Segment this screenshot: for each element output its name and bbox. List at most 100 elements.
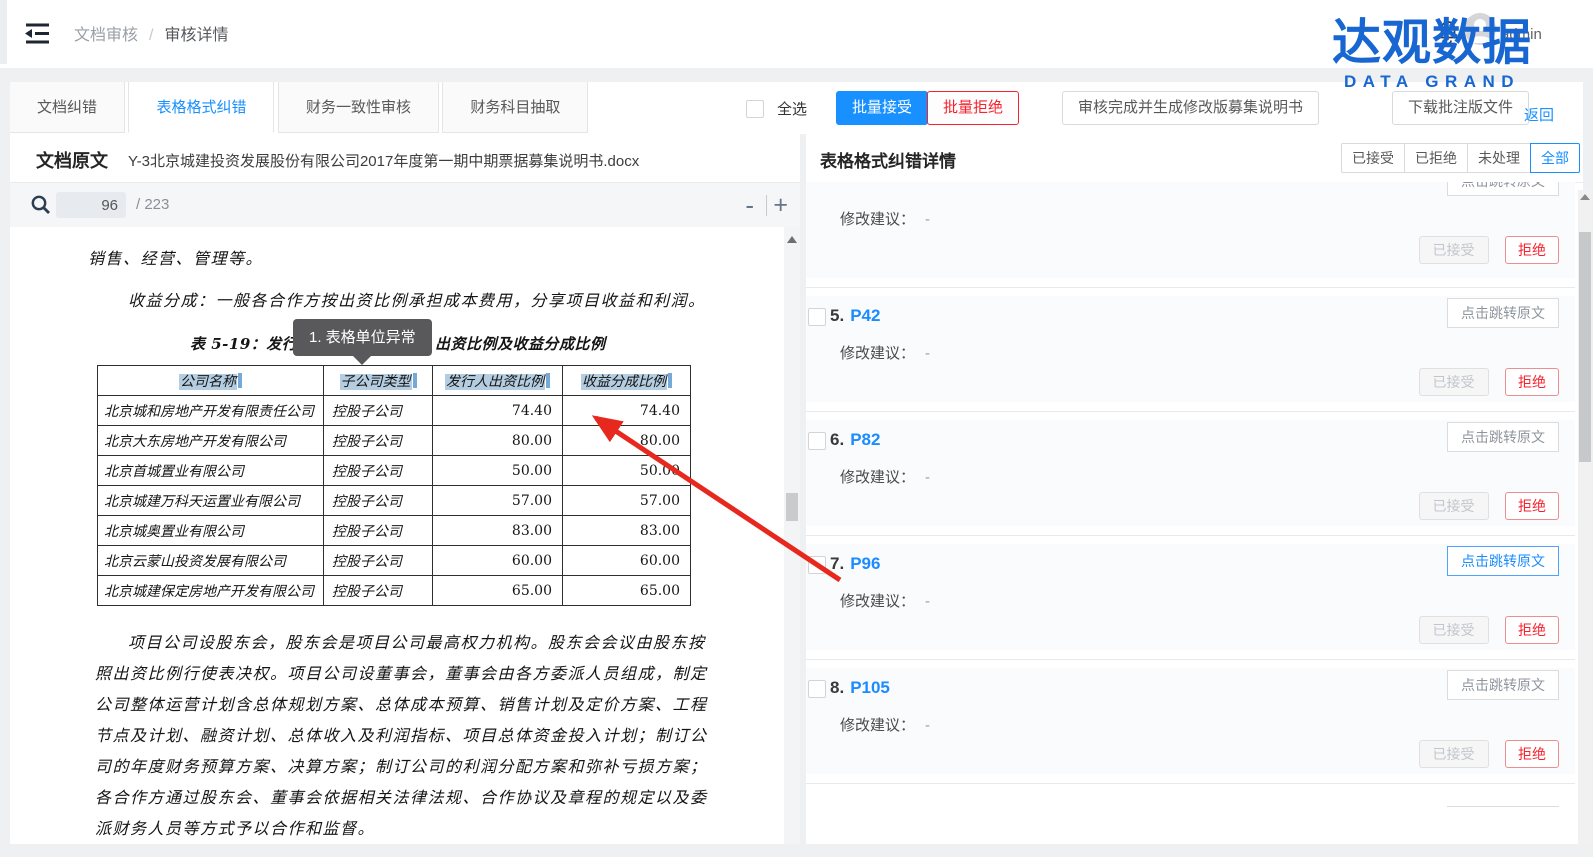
left-edge-strip (0, 0, 7, 64)
tab-doc-correction[interactable]: 文档纠错 (10, 82, 125, 133)
zoom-divider (766, 195, 767, 216)
accepted-button[interactable]: 已接受 (1419, 740, 1489, 768)
back-link[interactable]: 返回 (1524, 99, 1554, 133)
select-all-control[interactable]: 全选 (746, 98, 807, 119)
reject-button[interactable]: 拒绝 (1505, 236, 1559, 264)
issue-item-p82: 6.P82 点击跳转原文 修改建议：- 已接受 拒绝 (806, 420, 1575, 526)
item-title: 8.P105 (830, 678, 890, 698)
filter-unprocessed[interactable]: 未处理 (1467, 143, 1531, 173)
filter-accepted[interactable]: 已接受 (1341, 143, 1405, 173)
next-item-button-edge (1447, 806, 1559, 807)
text-cursor-bar (238, 373, 242, 388)
accepted-button[interactable]: 已接受 (1419, 236, 1489, 264)
doc-table-header: 子公司类型 (324, 366, 433, 396)
doc-paragraph-3-line: 各合作方通过股东会、董事会依据相关法律法规、合作协议及章程的规定以及委 (95, 784, 708, 808)
jump-to-source-button[interactable]: 点击跳转原文 (1447, 182, 1559, 196)
item-checkbox[interactable] (808, 556, 826, 574)
item-checkbox[interactable] (808, 308, 826, 326)
page-scrollbar[interactable] (1578, 190, 1592, 844)
content-card: 文档纠错 表格格式纠错 财务一致性审核 财务科目抽取 全选 批量接受 批量拒绝 … (10, 82, 1583, 844)
batch-accept-button[interactable]: 批量接受 (836, 91, 928, 125)
jump-to-source-button[interactable]: 点击跳转原文 (1447, 298, 1559, 328)
breadcrumb-review-detail: 审核详情 (164, 27, 228, 44)
jump-to-source-button[interactable]: 点击跳转原文 (1447, 670, 1559, 700)
page-total-label: / 223 (136, 196, 169, 213)
doc-table-row: 北京城和房地产开发有限责任公司 控股子公司 74.40 74.40 (98, 396, 691, 426)
magnifier-icon[interactable] (30, 194, 51, 215)
jump-to-source-button[interactable]: 点击跳转原文 (1447, 422, 1559, 452)
item-page-link[interactable]: P105 (850, 678, 890, 697)
suggestion-row: 修改建议：- (840, 208, 930, 229)
review-panel: 表格格式纠错详情 已接受 已拒绝 未处理 全部 点击跳转原文 修改建议：- 已接… (806, 134, 1583, 844)
scroll-up-arrow-icon[interactable] (1580, 194, 1590, 200)
text-cursor-bar (413, 373, 417, 388)
doc-table-row: 北京首城置业有限公司 控股子公司 50.00 50.00 (98, 456, 691, 486)
tab-finance-subject-extract[interactable]: 财务科目抽取 (442, 82, 588, 133)
filter-all[interactable]: 全部 (1530, 143, 1580, 173)
item-title: 7.P96 (830, 554, 880, 574)
reject-button[interactable]: 拒绝 (1505, 492, 1559, 520)
item-actions: 已接受 拒绝 (1419, 492, 1559, 520)
item-page-link[interactable]: P96 (850, 554, 880, 573)
text-cursor-bar (546, 373, 550, 388)
filter-rejected[interactable]: 已拒绝 (1404, 143, 1468, 173)
jump-to-source-button-active[interactable]: 点击跳转原文 (1447, 546, 1559, 576)
suggestion-row: 修改建议：- (840, 590, 930, 611)
item-checkbox[interactable] (808, 432, 826, 450)
doc-table-row: 北京云蒙山投资发展有限公司 控股子公司 60.00 60.00 (98, 546, 691, 576)
item-actions: 已接受 拒绝 (1419, 368, 1559, 396)
doc-paragraph-3-line: 节点及计划、融资计划、总体收入及利润指标、项目总体资金投入计划；制订公 (95, 722, 708, 746)
select-all-checkbox[interactable] (746, 100, 764, 118)
batch-reject-button[interactable]: 批量拒绝 (927, 91, 1019, 125)
page-number-input[interactable] (56, 192, 126, 218)
select-all-label: 全选 (777, 98, 807, 119)
reject-button[interactable]: 拒绝 (1505, 616, 1559, 644)
document-page: 销售、经营、管理等。 收益分成：一般各合作方按出资比例承担成本费用，分享项目收益… (10, 227, 784, 844)
app-screen: 文档审核/审核详情 admin 达观数据 DATA GRAND 文档纠错 表格格… (0, 0, 1593, 857)
item-separator (806, 774, 1575, 792)
item-separator (806, 650, 1575, 668)
breadcrumb-doc-review[interactable]: 文档审核 (74, 27, 138, 44)
item-page-link[interactable]: P82 (850, 430, 880, 449)
issue-list: 点击跳转原文 修改建议：- 已接受 拒绝 5.P42 点击跳转原文 修改建议：-… (806, 182, 1575, 844)
document-panel: 文档原文 Y-3北京城建投资发展股份有限公司2017年度第一期中期票据募集说明书… (10, 134, 800, 844)
user-avatar[interactable] (1464, 13, 1496, 45)
issue-item-p96: 7.P96 点击跳转原文 修改建议：- 已接受 拒绝 (806, 544, 1575, 650)
page-scrollbar-thumb[interactable] (1579, 232, 1591, 462)
doc-paragraph-1: 销售、经营、管理等。 (88, 245, 263, 269)
sidebar-collapse-icon[interactable] (24, 21, 51, 46)
scroll-up-arrow-icon[interactable] (787, 236, 797, 243)
breadcrumb: 文档审核 / 审核详情 (74, 21, 228, 45)
issue-item-partial: 点击跳转原文 修改建议：- 已接受 拒绝 (806, 182, 1575, 278)
document-scrollbar[interactable] (784, 227, 800, 844)
reject-button[interactable]: 拒绝 (1505, 740, 1559, 768)
document-filename: Y-3北京城建投资发展股份有限公司2017年度第一期中期票据募集说明书.docx (128, 150, 639, 171)
accepted-button[interactable]: 已接受 (1419, 492, 1489, 520)
notification-bell-icon[interactable] (1437, 20, 1459, 46)
table-anomaly-tooltip: 1. 表格单位异常 (293, 319, 432, 356)
item-checkbox[interactable] (808, 680, 826, 698)
accepted-button[interactable]: 已接受 (1419, 616, 1489, 644)
doc-paragraph-3-line: 项目公司设股东会，股东会是项目公司最高权力机构。股东会会议由股东按 (128, 629, 706, 653)
tab-table-format-correction[interactable]: 表格格式纠错 (128, 82, 274, 133)
item-page-link[interactable]: P42 (850, 306, 880, 325)
doc-paragraph-3-line: 司的年度财务预算方案、决算方案；制订公司的利润分配方案和弥补亏损方案； (95, 753, 708, 777)
item-separator (806, 278, 1575, 296)
breadcrumb-separator: / (149, 27, 153, 44)
zoom-out-button[interactable]: - (745, 183, 754, 227)
top-bar: 文档审核 / 审核详情 admin (0, 0, 1593, 68)
reject-button[interactable]: 拒绝 (1505, 368, 1559, 396)
doc-table-header: 发行人出资比例 (433, 366, 563, 396)
doc-table-header: 公司名称 (98, 366, 324, 396)
issue-item-p42: 5.P42 点击跳转原文 修改建议：- 已接受 拒绝 (806, 296, 1575, 402)
download-annotated-button[interactable]: 下载批注版文件 (1392, 91, 1529, 125)
doc-table-header-row: 公司名称 子公司类型 发行人出资比例 收益分成比例 (98, 366, 691, 396)
tab-finance-consistency[interactable]: 财务一致性审核 (278, 82, 439, 133)
zoom-in-button[interactable]: + (773, 183, 788, 227)
document-scrollbar-thumb[interactable] (786, 493, 798, 521)
text-cursor-bar (668, 373, 672, 388)
username-label: admin (1501, 26, 1542, 43)
accepted-button[interactable]: 已接受 (1419, 368, 1489, 396)
doc-paragraph-3-line: 照出资比例行使表决权。项目公司设董事会，董事会由各方委派人员组成，制定 (95, 660, 708, 684)
finish-generate-button[interactable]: 审核完成并生成修改版募集说明书 (1062, 91, 1319, 125)
